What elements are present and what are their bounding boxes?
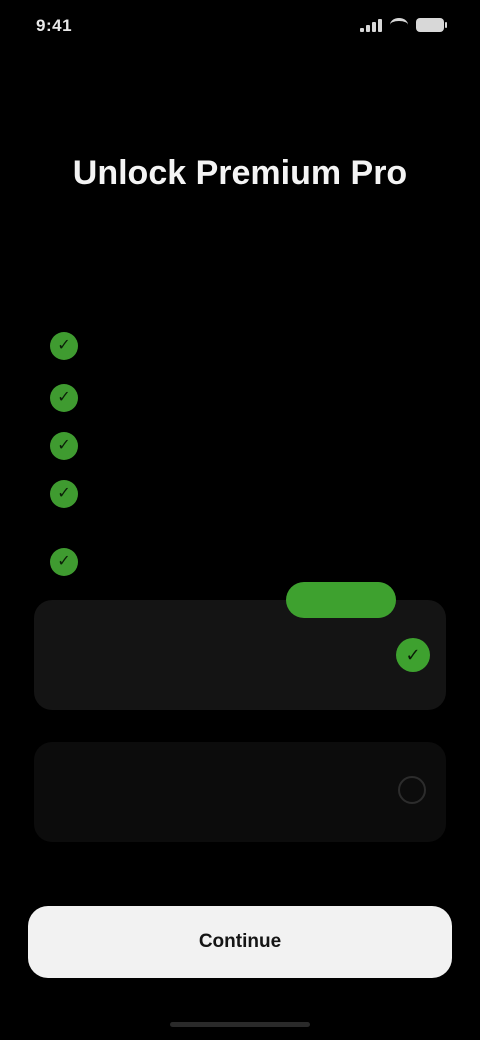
continue-button[interactable]: Continue <box>28 906 452 978</box>
check-icon: ✓ <box>50 480 78 508</box>
status-icons <box>360 18 447 32</box>
plan-card-featured[interactable]: ✓ <box>34 582 446 710</box>
radio-selected-icon[interactable]: ✓ <box>396 638 430 672</box>
paywall-title: Unlock Premium Pro <box>72 154 408 192</box>
check-icon: ✓ <box>50 548 78 576</box>
home-indicator <box>170 1022 310 1027</box>
best-value-badge <box>286 582 396 618</box>
radio-unselected-icon[interactable] <box>398 776 426 804</box>
status-time: 9:41 <box>36 16 73 35</box>
check-icon: ✓ <box>50 384 78 412</box>
battery-icon <box>416 18 447 32</box>
wifi-icon <box>390 18 408 32</box>
check-icon: ✓ <box>50 332 78 360</box>
plan-card-alternative[interactable] <box>34 742 446 842</box>
signal-icon <box>360 18 382 32</box>
status-bar: 9:41 <box>0 0 480 56</box>
check-icon: ✓ <box>50 432 78 460</box>
